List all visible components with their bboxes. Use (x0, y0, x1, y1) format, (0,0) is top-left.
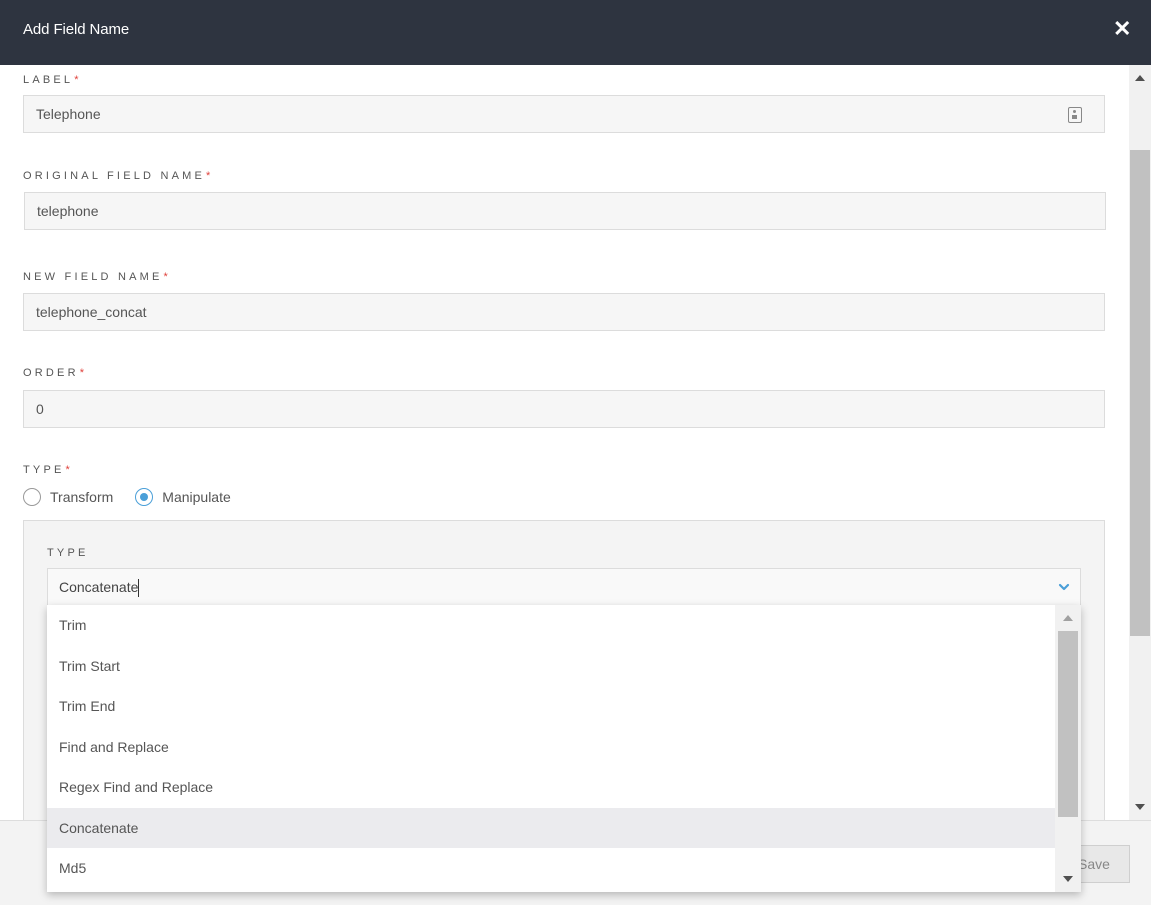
chevron-down-icon[interactable] (1058, 581, 1070, 593)
dropdown-scrollbar[interactable] (1055, 605, 1081, 892)
dialog-scrollbar[interactable] (1129, 65, 1151, 820)
order-input[interactable]: 0 (23, 390, 1105, 428)
scroll-down-arrow-icon[interactable] (1135, 804, 1145, 810)
original-field-name-input[interactable]: telephone (24, 192, 1106, 230)
manipulate-type-label: TYPE (47, 547, 89, 559)
label-field-label: LABEL* (23, 74, 79, 86)
text-caret (138, 579, 140, 598)
radio-transform-label: Transform (50, 489, 114, 505)
label-input[interactable]: Telephone (23, 95, 1105, 133)
dropdown-option-trim-start[interactable]: Trim Start (47, 646, 1055, 686)
dropdown-scroll-down-icon[interactable] (1063, 876, 1073, 882)
dropdown-option-md5[interactable]: Md5 (47, 848, 1055, 888)
dropdown-option-trim-end[interactable]: Trim End (47, 686, 1055, 726)
close-icon[interactable]: ✕ (1113, 18, 1131, 40)
order-label: ORDER* (23, 367, 85, 379)
label-input-value: Telephone (36, 106, 101, 122)
original-field-name-label: ORIGINAL FIELD NAME* (23, 170, 211, 182)
dialog-title: Add Field Name (23, 21, 130, 38)
dropdown-option-regex-find-and-replace[interactable]: Regex Find and Replace (47, 767, 1055, 807)
type-dropdown-list[interactable]: Trim Trim Start Trim End Find and Replac… (47, 605, 1081, 892)
radio-manipulate-circle[interactable] (135, 488, 154, 506)
radio-transform-circle[interactable] (23, 488, 41, 506)
order-value: 0 (36, 401, 44, 417)
dropdown-scroll-up-icon[interactable] (1063, 615, 1073, 621)
dropdown-option-concatenate[interactable]: Concatenate (47, 808, 1055, 848)
dropdown-option-find-and-replace[interactable]: Find and Replace (47, 727, 1055, 767)
dialog-header: Add Field Name ✕ (0, 0, 1151, 65)
radio-manipulate-label: Manipulate (162, 489, 231, 505)
scroll-up-arrow-icon[interactable] (1135, 75, 1145, 81)
type-label: TYPE* (23, 464, 70, 476)
dropdown-scrollbar-thumb[interactable] (1058, 631, 1078, 817)
manipulate-type-select[interactable]: Concatenate (47, 568, 1081, 606)
new-field-name-label: NEW FIELD NAME* (23, 271, 168, 283)
radio-manipulate[interactable]: Manipulate (135, 488, 231, 506)
type-radio-group: Transform Manipulate (23, 486, 253, 508)
new-field-name-input[interactable]: telephone_concat (23, 293, 1105, 331)
contact-card-icon[interactable] (1068, 107, 1082, 123)
original-field-name-value: telephone (37, 203, 99, 219)
new-field-name-value: telephone_concat (36, 304, 147, 320)
dialog-scrollbar-thumb[interactable] (1130, 150, 1150, 636)
manipulate-type-value: Concatenate (59, 579, 139, 595)
dropdown-option-trim[interactable]: Trim (47, 605, 1055, 645)
radio-transform[interactable]: Transform (23, 488, 113, 506)
